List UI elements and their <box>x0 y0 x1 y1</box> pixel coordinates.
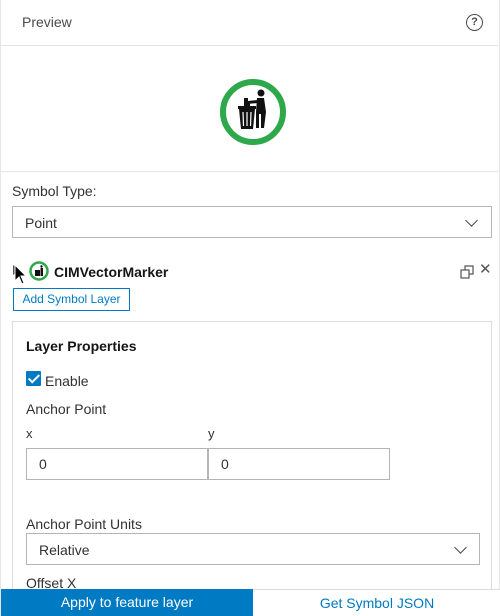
footer-actions: Apply to feature layer Get Symbol JSON <box>1 589 500 616</box>
layer-properties-title: Layer Properties <box>26 338 137 354</box>
chevron-down-icon <box>454 541 467 554</box>
help-icon[interactable]: ? <box>466 14 483 31</box>
symbol-layer-row[interactable]: CIMVectorMarker ✕ <box>11 259 492 285</box>
mouse-cursor-icon <box>14 264 28 285</box>
close-icon[interactable]: ✕ <box>479 262 492 277</box>
anchor-point-units-select[interactable]: Relative <box>26 533 480 565</box>
preview-title: Preview <box>22 14 72 30</box>
duplicate-icon[interactable] <box>460 265 474 279</box>
anchor-y-input[interactable] <box>208 448 390 480</box>
layer-properties-card: Layer Properties Enable Anchor Point x y… <box>12 321 492 616</box>
enable-label: Enable <box>45 373 89 389</box>
anchor-x-label: x <box>26 426 33 441</box>
symbol-editor-panel: Preview ? Symbol Type: Point CIMVectorMa… <box>0 0 500 616</box>
symbol-type-value: Point <box>25 215 57 231</box>
symbol-type-select[interactable]: Point <box>12 206 492 238</box>
enable-checkbox[interactable] <box>26 371 41 386</box>
anchor-point-units-label: Anchor Point Units <box>26 516 142 532</box>
chevron-down-icon <box>465 214 478 227</box>
anchor-point-label: Anchor Point <box>26 401 107 417</box>
anchor-x-input[interactable] <box>26 448 208 480</box>
add-symbol-layer-button[interactable]: Add Symbol Layer <box>13 288 130 311</box>
layer-thumbnail-icon <box>29 261 49 281</box>
get-symbol-json-button[interactable]: Get Symbol JSON <box>253 589 500 616</box>
layer-name: CIMVectorMarker <box>54 264 169 280</box>
apply-to-feature-layer-button[interactable]: Apply to feature layer <box>1 589 253 616</box>
symbol-type-label: Symbol Type: <box>12 183 97 199</box>
anchor-y-label: y <box>208 426 215 441</box>
symbol-preview <box>1 47 500 172</box>
anchor-point-units-value: Relative <box>39 542 90 558</box>
preview-header: Preview ? <box>1 0 500 46</box>
no-littering-icon <box>220 79 286 145</box>
